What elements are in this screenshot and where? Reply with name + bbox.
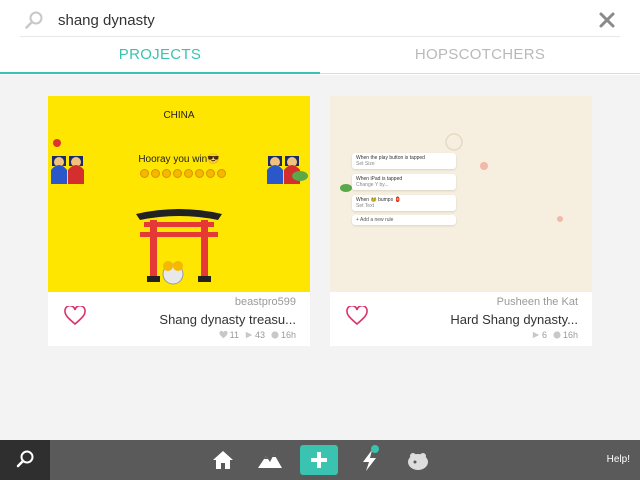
project-author[interactable]: beastpro599 [235, 296, 296, 308]
tab-divider [320, 73, 640, 74]
bottom-toolbar: Help! [0, 440, 640, 480]
lightning-icon[interactable] [357, 448, 383, 472]
tab-bar: PROJECTS HOPSCOTCHERS [0, 37, 640, 75]
project-card[interactable]: When the play button is tapped Set Size … [330, 96, 592, 346]
clock-icon [553, 331, 561, 339]
plays-count: 6 [541, 330, 547, 340]
tab-hopscotchers[interactable]: HOPSCOTCHERS [320, 37, 640, 75]
toolbar-search-button[interactable] [0, 440, 50, 480]
project-stats: 6 16h [532, 330, 578, 340]
search-icon [16, 450, 34, 468]
project-info: Pusheen the Kat Hard Shang dynasty... 6 … [330, 292, 592, 346]
likes-count: 11 [229, 330, 239, 340]
project-thumbnail: CHINA Hooray you win😎 [48, 96, 310, 292]
plus-icon [311, 452, 327, 468]
tab-projects[interactable]: PROJECTS [0, 37, 320, 75]
search-icon [25, 11, 43, 29]
add-project-button[interactable] [300, 445, 338, 475]
project-thumbnail: When the play button is tapped Set Size … [330, 96, 592, 292]
project-age: 16h [280, 330, 296, 340]
project-age: 16h [562, 330, 578, 340]
mountains-icon[interactable] [257, 448, 283, 472]
active-tab-indicator [0, 72, 320, 74]
rules-scene-illustration [340, 133, 563, 222]
project-title: Shang dynasty treasu... [159, 312, 296, 327]
heart-icon[interactable] [64, 306, 86, 326]
help-button[interactable]: Help! [607, 454, 630, 465]
search-input[interactable] [58, 9, 578, 31]
hopscotch-frog-icon[interactable] [405, 448, 431, 472]
project-author[interactable]: Pusheen the Kat [497, 296, 578, 308]
plays-icon [532, 331, 540, 339]
rule-block: When the play button is tapped Set Size [352, 153, 456, 169]
clock-icon [271, 331, 279, 339]
close-icon[interactable] [596, 9, 618, 31]
likes-icon [219, 331, 228, 339]
project-stats: 11 43 16h [219, 330, 296, 340]
add-rule-block: + Add a new rule [352, 215, 456, 225]
rule-block: When 🐸 bumps 🏮 Set Text [352, 195, 456, 211]
plays-count: 43 [254, 330, 265, 340]
rule-block: When iPad is tapped Change Y by... [352, 174, 456, 190]
heart-icon[interactable] [346, 306, 368, 326]
notification-dot [371, 445, 379, 453]
search-bar [0, 0, 640, 38]
home-icon[interactable] [210, 448, 236, 472]
china-scene-illustration [51, 139, 308, 285]
plays-icon [245, 331, 253, 339]
project-title: Hard Shang dynasty... [450, 312, 578, 327]
project-card[interactable]: CHINA Hooray you win😎 beastpro599 Shang … [48, 96, 310, 346]
project-info: beastpro599 Shang dynasty treasu... 11 4… [48, 292, 310, 346]
